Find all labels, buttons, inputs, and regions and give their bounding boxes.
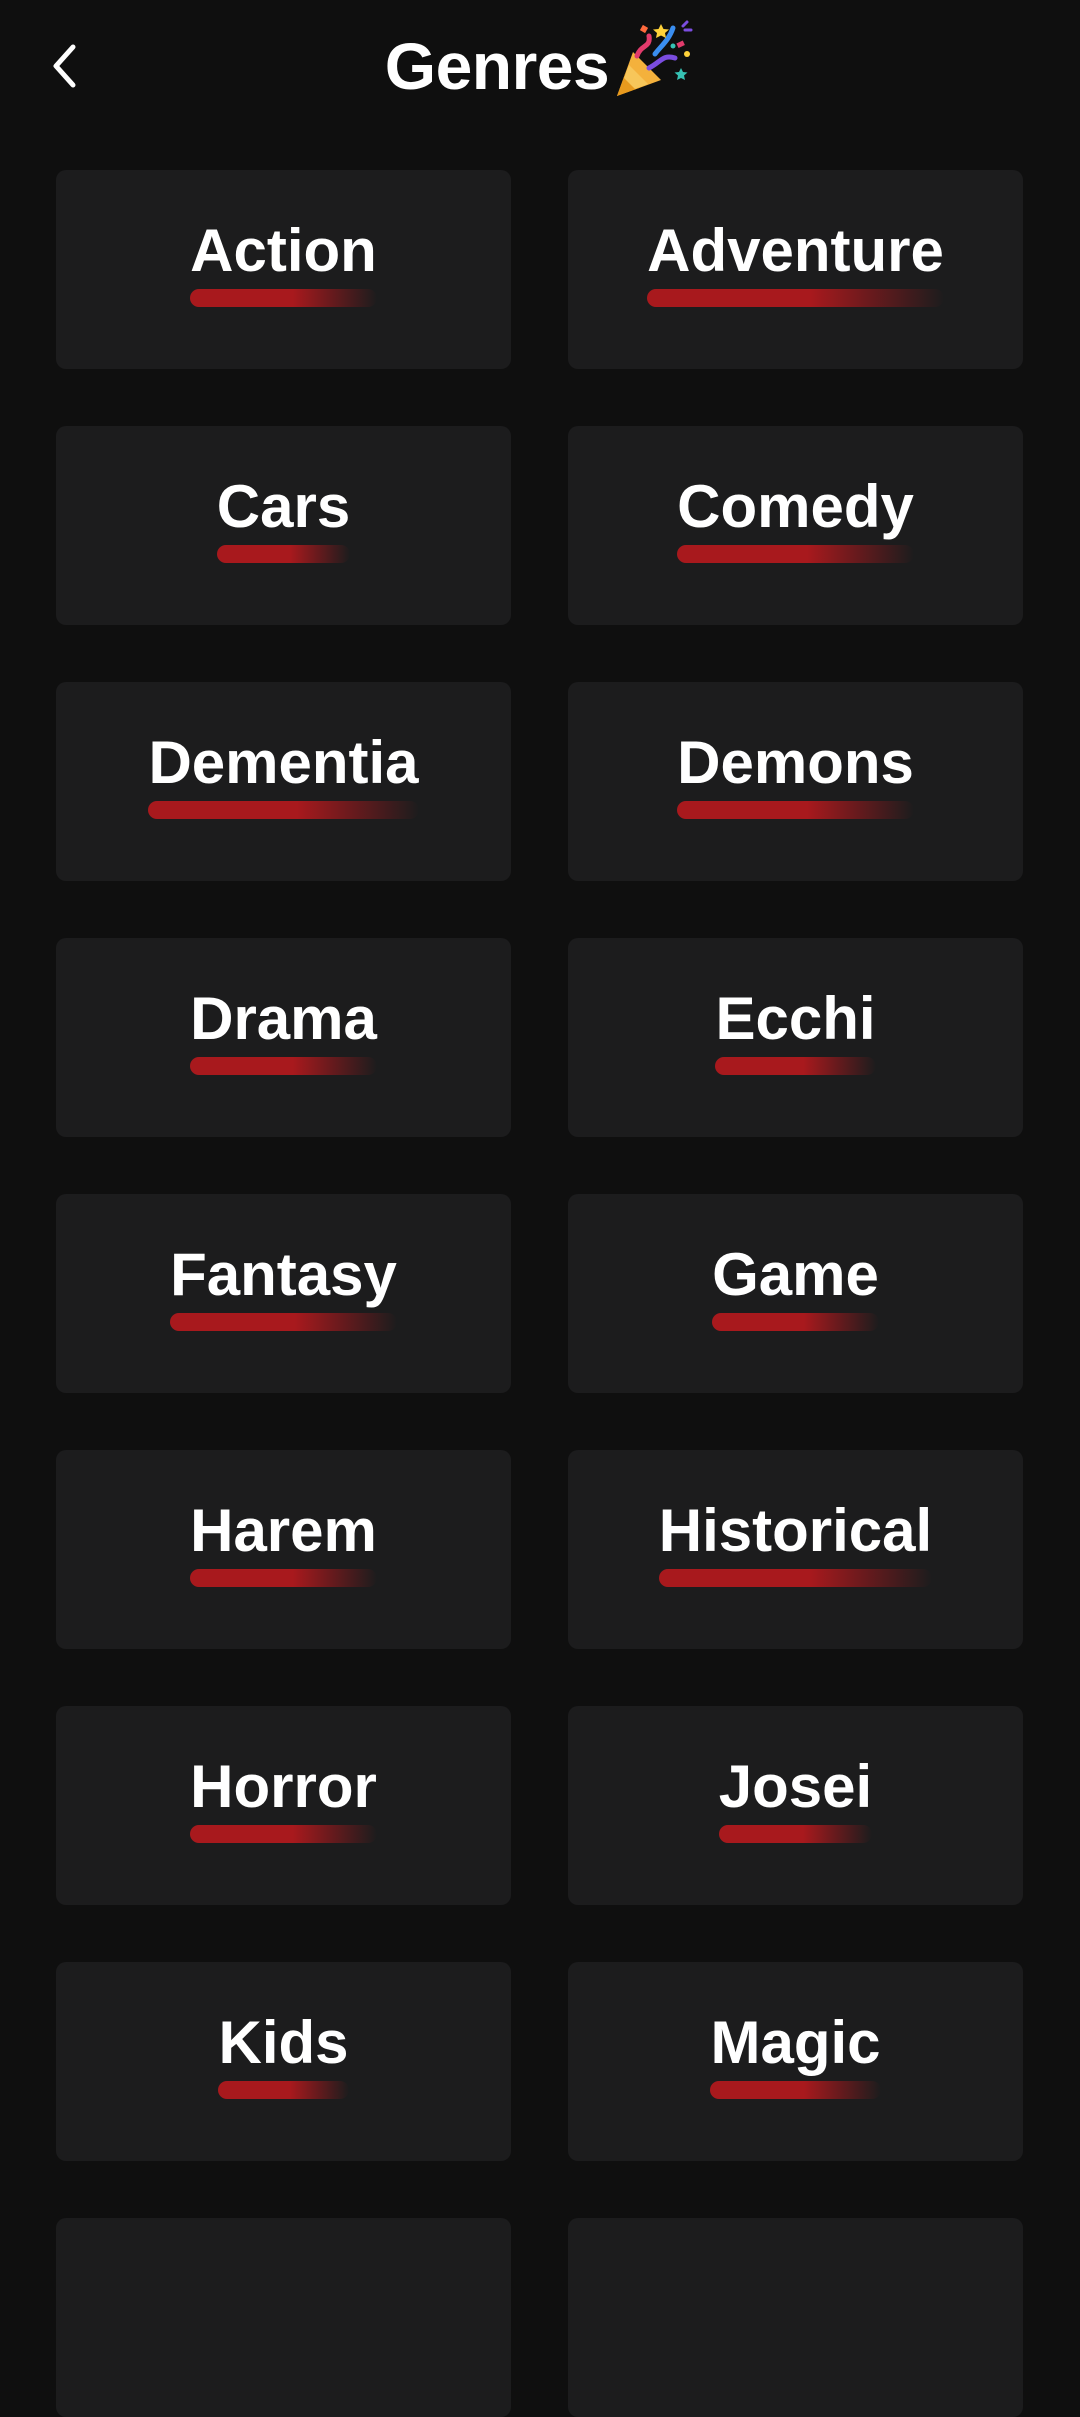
genre-label: Kids <box>218 2008 349 2076</box>
genre-card-action[interactable]: Action <box>56 170 511 369</box>
genre-underline <box>718 1824 873 1843</box>
genre-grid: Action Adventure Cars Comedy Dementia De… <box>56 170 1024 2417</box>
genre-label: Cars <box>216 472 351 540</box>
genre-card-partial[interactable] <box>56 2218 511 2417</box>
app-header: Genres <box>0 0 1080 140</box>
genre-card-content: Josei <box>718 1752 873 1843</box>
genre-underline <box>170 1312 397 1331</box>
genre-underline <box>712 1312 879 1331</box>
genre-underline <box>218 2080 349 2099</box>
genre-card-demons[interactable]: Demons <box>568 682 1023 881</box>
genre-label: Game <box>712 1240 879 1308</box>
genre-card-content: Action <box>190 216 377 307</box>
genre-underline <box>677 800 914 819</box>
genre-card-dementia[interactable]: Dementia <box>56 682 511 881</box>
genre-card-content: Demons <box>677 728 914 819</box>
genre-card-drama[interactable]: Drama <box>56 938 511 1137</box>
genre-label: Demons <box>677 728 914 796</box>
genre-card-comedy[interactable]: Comedy <box>568 426 1023 625</box>
genre-card-content: Kids <box>218 2008 349 2099</box>
genre-card-content: Dementia <box>148 728 419 819</box>
genre-label: Dementia <box>148 728 419 796</box>
genre-card-content: Ecchi <box>715 984 876 1075</box>
genre-label: Fantasy <box>170 1240 397 1308</box>
genre-card-ecchi[interactable]: Ecchi <box>568 938 1023 1137</box>
genre-card-magic[interactable]: Magic <box>568 1962 1023 2161</box>
genre-card-content: Harem <box>190 1496 377 1587</box>
genre-label: Horror <box>190 1752 377 1820</box>
genre-card-kids[interactable]: Kids <box>56 1962 511 2161</box>
genre-label: Magic <box>710 2008 881 2076</box>
genre-underline <box>190 1568 377 1587</box>
page-title: Genres <box>384 29 610 103</box>
genre-card-horror[interactable]: Horror <box>56 1706 511 1905</box>
genre-underline <box>677 544 914 563</box>
genre-label: Harem <box>190 1496 377 1564</box>
genre-card-historical[interactable]: Historical <box>568 1450 1023 1649</box>
genre-underline <box>715 1056 876 1075</box>
genre-card-content: Historical <box>658 1496 933 1587</box>
genre-card-fantasy[interactable]: Fantasy <box>56 1194 511 1393</box>
genre-card-partial[interactable] <box>568 2218 1023 2417</box>
genre-label: Historical <box>658 1496 933 1564</box>
genre-card-game[interactable]: Game <box>568 1194 1023 1393</box>
genre-underline <box>710 2080 881 2099</box>
genre-underline <box>148 800 419 819</box>
party-popper-icon <box>617 20 693 96</box>
genre-label: Josei <box>718 1752 873 1820</box>
genre-card-content: Game <box>712 1240 879 1331</box>
genre-underline <box>190 288 377 307</box>
genre-card-content: Fantasy <box>170 1240 397 1331</box>
genre-underline <box>647 288 944 307</box>
genre-card-adventure[interactable]: Adventure <box>568 170 1023 369</box>
genre-label: Comedy <box>677 472 914 540</box>
title-container: Genres <box>0 20 1080 108</box>
genre-card-harem[interactable]: Harem <box>56 1450 511 1649</box>
genre-card-content: Comedy <box>677 472 914 563</box>
genre-underline <box>190 1824 377 1843</box>
genre-label: Action <box>190 216 377 284</box>
genre-card-josei[interactable]: Josei <box>568 1706 1023 1905</box>
genre-card-content: Cars <box>216 472 351 563</box>
genre-label: Adventure <box>647 216 944 284</box>
genre-card-content: Magic <box>710 2008 881 2099</box>
genre-card-cars[interactable]: Cars <box>56 426 511 625</box>
genre-label: Drama <box>190 984 377 1052</box>
genre-card-content: Adventure <box>647 216 944 307</box>
genre-underline <box>190 1056 377 1075</box>
genre-card-content: Drama <box>190 984 377 1075</box>
genre-underline <box>658 1568 933 1587</box>
genre-card-content: Horror <box>190 1752 377 1843</box>
genre-label: Ecchi <box>715 984 876 1052</box>
genre-underline <box>216 544 351 563</box>
